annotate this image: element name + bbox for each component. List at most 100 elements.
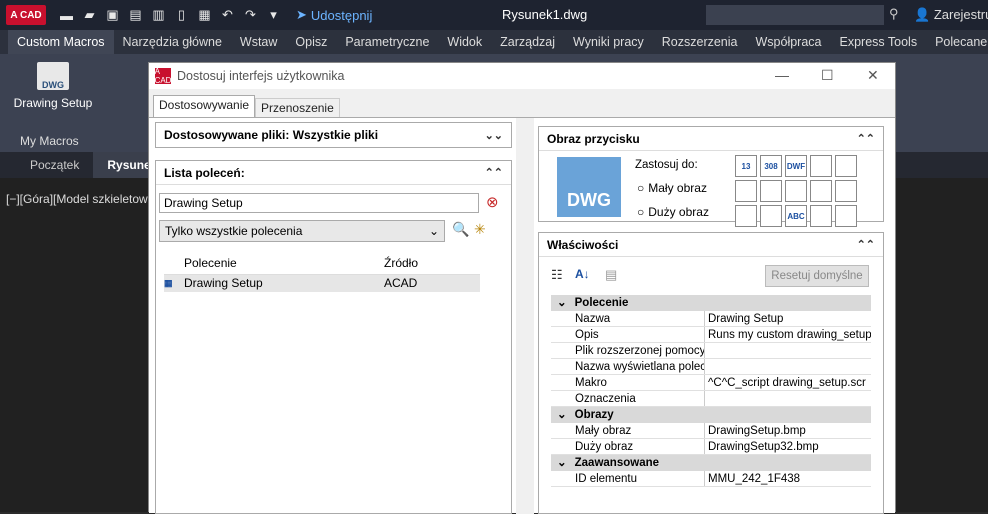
share-button[interactable]: ➤ Udostępnij [296,7,372,23]
image-tile[interactable] [835,205,857,227]
minimize-icon[interactable]: — [775,67,789,83]
search-icon[interactable]: ⚲ [889,6,899,22]
property-row[interactable]: Makro ^C^C_script drawing_setup.scr [551,375,871,391]
property-value[interactable] [705,391,871,406]
ribbon-tab-custom-macros[interactable]: Custom Macros [8,30,114,54]
user-sign-in[interactable]: 👤 Zarejestruj [914,7,988,23]
image-tile[interactable] [735,205,757,227]
undo-icon[interactable]: ↶ [219,7,236,24]
image-tile[interactable] [835,180,857,202]
ribbon-tab-manage[interactable]: Zarządzaj [491,30,564,54]
property-row[interactable]: Mały obraz DrawingSetup.bmp [551,423,871,439]
property-row[interactable]: ID elementu MMU_242_1F438 [551,471,871,487]
small-image-radio[interactable]: ○ Mały obraz [637,181,707,195]
image-tile[interactable] [760,180,782,202]
image-tile[interactable] [785,180,807,202]
column-header-source[interactable]: Źródło [384,251,480,274]
customized-files-group[interactable]: Dostosowywane pliki: Wszystkie pliki ⌄⌄ [155,122,512,148]
dialog-title-bar: A CAD Dostosuj interfejs użytkownika — ☐… [149,63,895,89]
property-row[interactable]: Nazwa wyświetlana polecenia [551,359,871,375]
print-icon[interactable]: ▦ [196,7,213,24]
property-row[interactable]: Oznaczenia [551,391,871,407]
property-value[interactable]: Runs my custom drawing_setup.scr [705,327,871,342]
ribbon-tab-collaborate[interactable]: Współpraca [747,30,831,54]
chevron-up-icon[interactable]: ⌃⌃ [485,166,503,179]
column-splitter[interactable] [516,118,534,514]
property-value[interactable] [705,343,871,358]
image-tile[interactable] [810,180,832,202]
ribbon-tab-express-tools[interactable]: Express Tools [831,30,927,54]
image-tile[interactable] [810,155,832,177]
image-tile[interactable] [835,155,857,177]
user-label: Zarejestruj [933,7,988,22]
image-tile[interactable]: ABC [785,205,807,227]
chevron-up-icon[interactable]: ⌃⌃ [857,238,875,251]
ribbon-tab-parametric[interactable]: Parametryczne [336,30,438,54]
property-value[interactable]: DrawingSetup32.bmp [705,439,871,454]
image-tile[interactable]: 13 [735,155,757,177]
chevron-down-icon[interactable]: ⌄⌄ [485,129,503,142]
image-tile[interactable] [810,205,832,227]
reset-defaults-button[interactable]: Resetuj domyślne [765,265,869,287]
customized-files-header[interactable]: Dostosowywane pliki: Wszystkie pliki ⌄⌄ [156,123,511,147]
file-tab-start[interactable]: Początek [0,152,93,178]
find-command-icon[interactable]: 🔍 [452,221,469,238]
ribbon-tab-annotate[interactable]: Opisz [286,30,336,54]
property-row[interactable]: OpisRuns my custom drawing_setup.scr [551,327,871,343]
ribbon-tab-output[interactable]: Wyniki pracy [564,30,653,54]
new-command-icon[interactable]: ✳ [474,221,486,238]
image-tile[interactable] [735,180,757,202]
tab-customize[interactable]: Dostosowywanie [153,95,256,117]
properties-header[interactable]: Właściwości ⌃⌃ [539,233,883,257]
ribbon-panel-title[interactable]: My Macros [20,134,79,148]
table-row[interactable]: ▦ Drawing Setup ACAD [164,275,480,292]
image-tile[interactable] [760,205,782,227]
viewport-controls[interactable]: [−][Góra][Model szkieletow [6,192,148,206]
large-image-radio[interactable]: ○ Duży obraz [637,205,709,219]
app-logo[interactable]: A CAD [6,5,46,25]
button-image-header[interactable]: Obraz przycisku ⌃⌃ [539,127,883,151]
property-row[interactable]: Duży obraz DrawingSetup32.bmp [551,439,871,455]
tab-transfer[interactable]: Przenoszenie [255,98,340,117]
property-row[interactable]: Plik rozszerzonej pomocy [551,343,871,359]
close-icon[interactable]: ✕ [867,67,879,84]
chevron-up-icon[interactable]: ⌃⌃ [857,132,875,145]
open-icon[interactable]: ▰ [81,7,98,24]
category-images[interactable]: ⌄ Obrazy [551,407,871,423]
property-value[interactable]: Drawing Setup [705,311,871,326]
ribbon-tab-view[interactable]: Widok [438,30,491,54]
ribbon-tab-featured-apps[interactable]: Polecane aplikacje [926,30,988,54]
ribbon-tab-insert[interactable]: Wstaw [231,30,287,54]
categorized-icon[interactable]: ☷ [551,267,563,283]
property-value[interactable]: MMU_242_1F438 [705,471,871,486]
property-row[interactable]: Nazwa Drawing Setup [551,311,871,327]
drawing-setup-button[interactable]: DWG Drawing Setup [8,62,98,110]
save-icon[interactable]: ▣ [104,7,121,24]
customize-qat-icon[interactable]: ▾ [265,7,282,24]
property-value[interactable]: DrawingSetup.bmp [705,423,871,438]
command-list-header[interactable]: Lista poleceń: ⌃⌃ [156,161,511,185]
property-value[interactable] [705,359,871,374]
property-value[interactable]: ^C^C_script drawing_setup.scr [705,375,871,390]
export-icon[interactable]: ▥ [150,7,167,24]
ribbon-tab-addins[interactable]: Rozszerzenia [653,30,747,54]
sort-alphabetical-icon[interactable]: A↓ [575,267,590,281]
save-as-icon[interactable]: ▤ [127,7,144,24]
command-filter-select[interactable]: Tylko wszystkie polecenia ⌄ [159,220,445,242]
maximize-icon[interactable]: ☐ [821,67,834,84]
category-command[interactable]: ⌄ Polecenie [551,295,871,311]
new-icon[interactable]: ▬ [58,7,75,24]
image-tile[interactable]: 308 [760,155,782,177]
table-header: Polecenie Źródło [164,251,480,275]
clear-search-icon[interactable]: ⊗ [486,193,499,211]
ribbon-tab-home[interactable]: Narzędzia główne [114,30,231,54]
publish-icon[interactable]: ▯ [173,7,190,24]
category-advanced[interactable]: ⌄ Zaawansowane [551,455,871,471]
command-search-input[interactable]: Drawing Setup [159,193,479,213]
image-tile[interactable]: DWF [785,155,807,177]
column-header-command[interactable]: Polecenie [184,251,384,274]
search-input[interactable] [706,5,884,25]
property-key: Plik rozszerzonej pomocy [551,343,705,358]
property-pages-icon[interactable]: ▤ [605,267,617,283]
redo-icon[interactable]: ↷ [242,7,259,24]
